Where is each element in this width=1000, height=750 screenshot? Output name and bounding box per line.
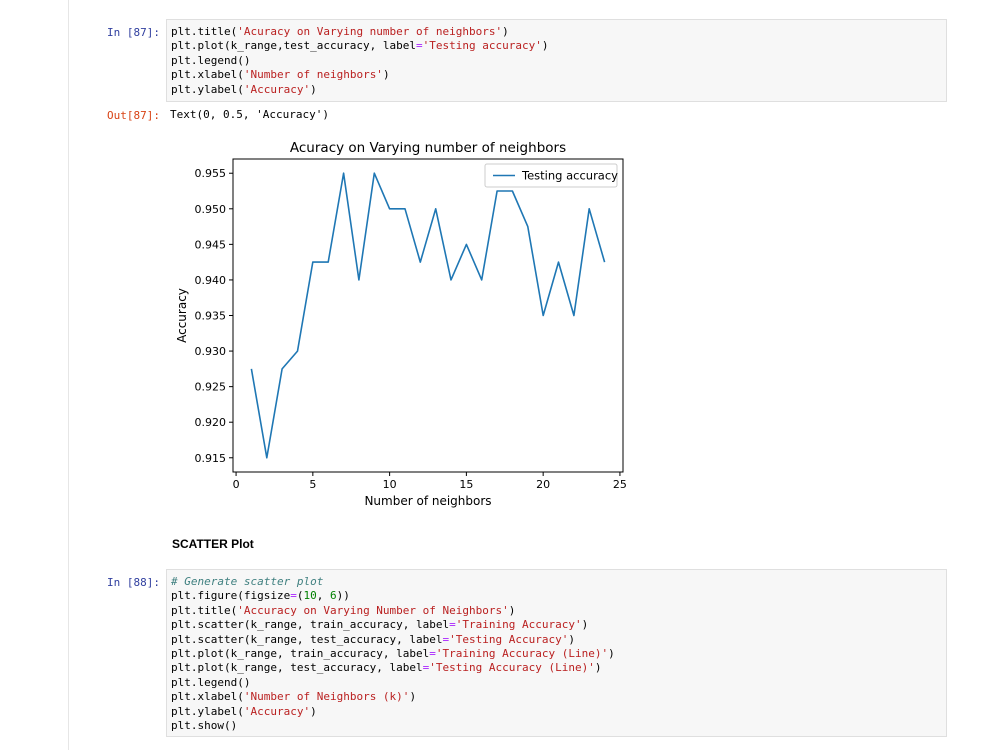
x-tick-label: 5 xyxy=(309,478,316,491)
cell-88-input-prompt: In [88]: xyxy=(107,576,160,589)
cell-87-code-editor[interactable]: plt.title('Acuracy on Varying number of … xyxy=(166,19,947,102)
x-tick-label: 15 xyxy=(459,478,473,491)
y-tick-label: 0.945 xyxy=(195,238,227,251)
y-tick-label: 0.950 xyxy=(195,203,227,216)
cell-87-output-prompt: Out[87]: xyxy=(107,109,160,122)
cell-87-input-prompt: In [87]: xyxy=(107,26,160,39)
series-line xyxy=(250,172,606,459)
y-tick-label: 0.925 xyxy=(195,381,227,394)
line-chart: Acuracy on Varying number of neighbors 0 5… xyxy=(175,140,627,508)
code-line: # Generate scatter plot xyxy=(171,575,324,588)
chart-title: Acuracy on Varying number of neighbors xyxy=(290,140,566,156)
code-line: plt.plot(k_range, train_accuracy, label=… xyxy=(171,646,615,660)
code-line: plt.scatter(k_range, test_accuracy, labe… xyxy=(171,632,575,646)
code-line: plt.plot(k_range,test_accuracy, label='T… xyxy=(171,39,549,53)
x-tick-label: 10 xyxy=(383,478,397,491)
code-line: plt.title('Acuracy on Varying number of … xyxy=(171,25,509,38)
cell-88-code-editor[interactable]: # Generate scatter plot plt.figure(figsiz… xyxy=(166,569,947,737)
plot-frame xyxy=(232,158,624,473)
x-tick-label: 20 xyxy=(536,478,550,491)
code-line: plt.xlabel('Number of Neighbors (k)') xyxy=(171,690,417,704)
y-tick-label: 0.920 xyxy=(195,416,227,429)
y-tick-label: 0.930 xyxy=(195,345,227,358)
code-line: plt.show() xyxy=(171,718,238,732)
legend-label: Testing accuracy xyxy=(521,169,618,183)
x-axis-label: Number of neighbors xyxy=(364,494,491,508)
y-tick-label: 0.935 xyxy=(195,310,227,323)
y-tick-label: 0.915 xyxy=(195,452,227,465)
x-tick-label: 25 xyxy=(613,478,627,491)
code-line: plt.scatter(k_range, train_accuracy, lab… xyxy=(171,618,589,632)
code-line: plt.legend() xyxy=(171,675,251,689)
x-tick-label: 0 xyxy=(233,478,240,491)
code-line: plt.ylabel('Accuracy') xyxy=(171,704,317,718)
y-tick-label: 0.955 xyxy=(195,167,227,180)
code-line: plt.xlabel('Number of neighbors') xyxy=(171,68,390,82)
code-line: plt.ylabel('Accuracy') xyxy=(171,82,317,96)
y-axis-label: Accuracy xyxy=(175,288,189,343)
markdown-heading: SCATTER Plot xyxy=(172,537,254,551)
code-line: plt.figure(figsize=(10, 6)) xyxy=(171,589,350,603)
code-line: plt.plot(k_range, test_accuracy, label='… xyxy=(171,661,602,675)
y-tick-label: 0.940 xyxy=(195,274,227,287)
cell-87-output-text: Text(0, 0.5, 'Accuracy') xyxy=(170,108,329,121)
code-line: plt.legend() xyxy=(171,53,251,67)
code-line: plt.title('Accuracy on Varying Number of… xyxy=(171,603,516,617)
